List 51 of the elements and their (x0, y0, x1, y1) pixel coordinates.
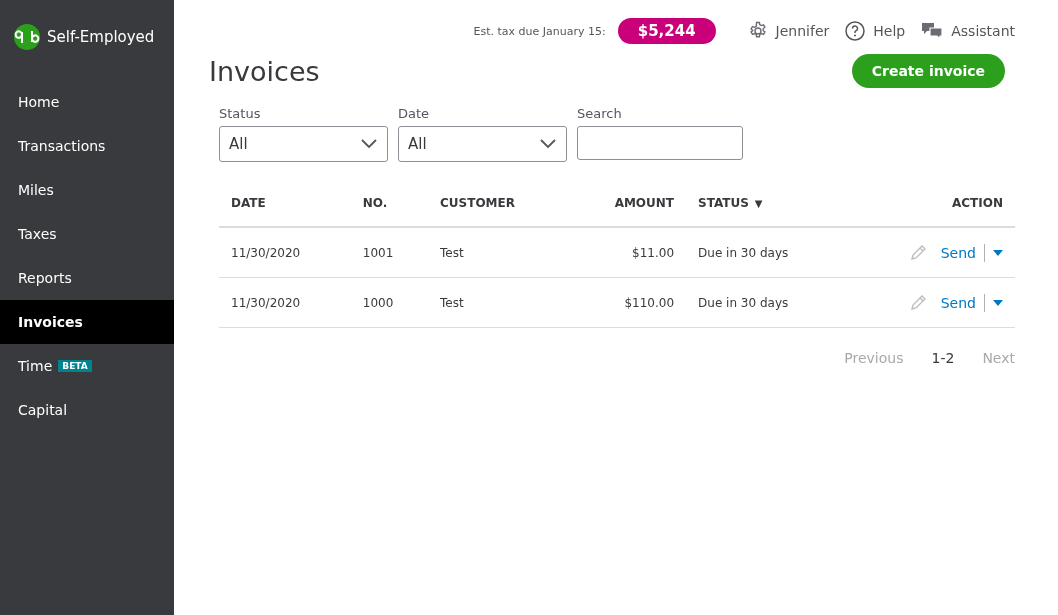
user-menu-button[interactable]: Jennifer (747, 21, 830, 41)
caret-down-icon[interactable] (993, 299, 1003, 306)
sidebar-item[interactable]: Invoices (0, 300, 174, 344)
search-field[interactable] (577, 126, 743, 160)
table-cell: 11/30/2020 (231, 295, 301, 310)
column-header[interactable]: NO. (362, 196, 388, 210)
page-range: 1-2 (931, 350, 955, 366)
field-label: Search (577, 106, 623, 121)
table-cell: 1000 (362, 295, 394, 310)
pencil-icon[interactable] (908, 293, 927, 312)
pencil-icon[interactable] (908, 243, 927, 262)
column-header[interactable]: CUSTOMER (440, 196, 515, 210)
help-icon (845, 21, 866, 41)
caret-down-icon[interactable] (993, 249, 1003, 256)
table-cell: Due in 30 days (698, 295, 789, 310)
chat-bubbles-icon (921, 21, 944, 41)
column-header[interactable]: STATUS (698, 196, 749, 210)
app-name: Self-Employed (47, 28, 155, 46)
sidebar-item[interactable]: Miles (0, 168, 174, 212)
assistant-button[interactable]: Assistant (921, 21, 1015, 41)
sidebar-item[interactable]: Transactions (0, 124, 174, 168)
beta-badge: BETA (58, 360, 92, 372)
tax-amount-button[interactable]: $5,244 (617, 18, 716, 44)
chevron-down-icon (540, 139, 556, 149)
table-cell: Test (440, 295, 464, 310)
page-title: Invoices (209, 55, 320, 87)
send-link[interactable]: Send (940, 244, 976, 261)
logo-icon (14, 24, 40, 50)
sort-indicator: ▼ (754, 198, 763, 209)
column-header[interactable]: ACTION (952, 196, 1003, 210)
table-cell: 1001 (362, 245, 394, 260)
dropdown[interactable]: All (398, 126, 567, 162)
dropdown[interactable]: All (219, 126, 388, 162)
column-header[interactable]: DATE (231, 196, 266, 210)
send-link[interactable]: Send (940, 294, 976, 311)
table-cell: $11.00 (632, 245, 675, 260)
sidebar-item[interactable]: Home (0, 80, 174, 124)
sidebar-item[interactable]: Reports (0, 256, 174, 300)
help-button[interactable]: Help (845, 21, 906, 41)
table-cell: Due in 30 days (698, 245, 789, 260)
table-cell: Test (440, 245, 464, 260)
field-label: Status (219, 106, 262, 121)
column-header[interactable]: AMOUNT (614, 196, 675, 210)
table-cell: 11/30/2020 (231, 245, 301, 260)
sidebar-item[interactable]: Time BETA (0, 344, 174, 388)
chevron-down-icon (361, 139, 377, 149)
tax-due-label: Est. tax due January 15: (473, 24, 606, 38)
sidebar-item[interactable]: Capital (0, 388, 174, 432)
field-label: Date (398, 106, 431, 121)
table-cell: $110.00 (624, 295, 675, 310)
sidebar-item[interactable]: Taxes (0, 212, 174, 256)
